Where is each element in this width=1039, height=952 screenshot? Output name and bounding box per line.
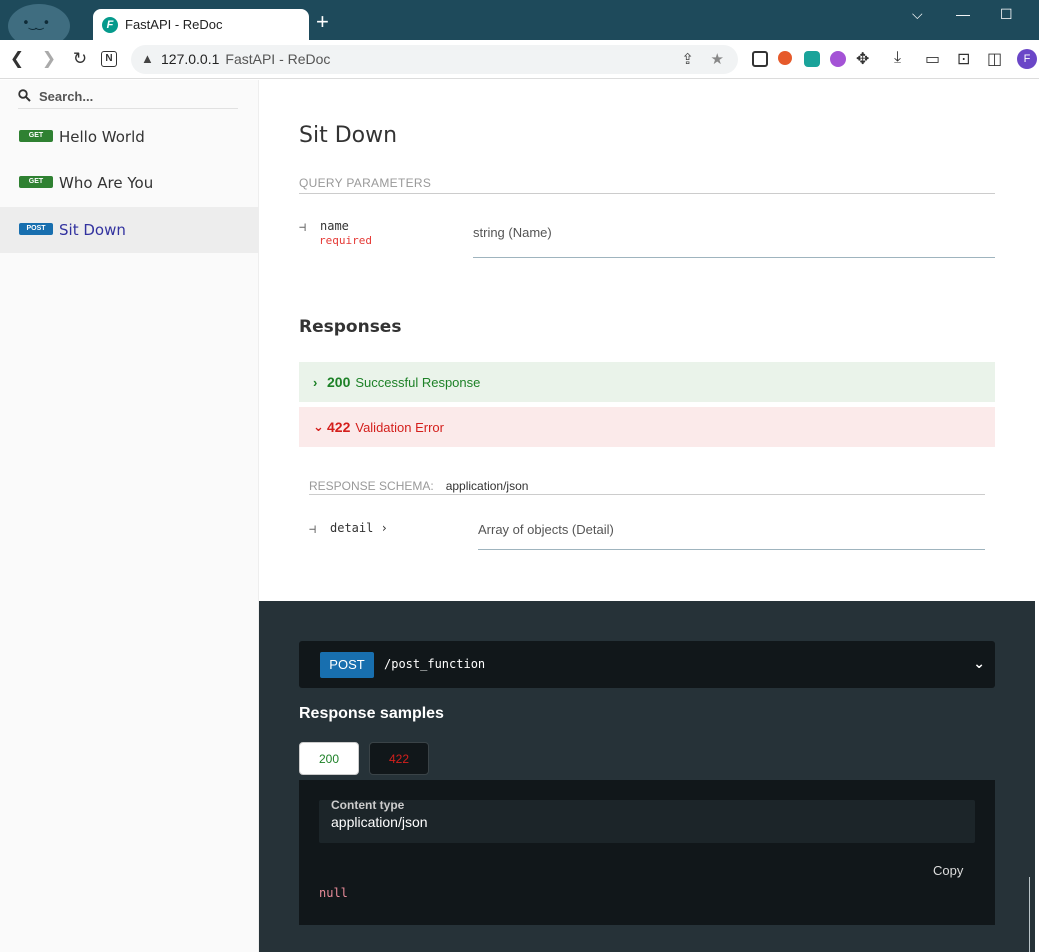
puzzle-extensions-icon[interactable]: ✥ <box>856 49 869 69</box>
endpoint-bar[interactable]: POST /post_function ⌄ <box>299 641 995 688</box>
teal-extension-icon[interactable] <box>804 51 820 67</box>
scrollbar-track[interactable] <box>1035 601 1039 952</box>
maximize-icon[interactable]: ☐ <box>1000 6 1013 23</box>
browser-tab[interactable]: F FastAPI - ReDoc <box>93 9 309 40</box>
sidebar-item-label: Hello World <box>59 128 145 146</box>
sample-box: Content type application/json Copy null <box>299 780 995 925</box>
response-samples-title: Response samples <box>299 705 444 722</box>
response-code: 200 <box>327 374 351 390</box>
response-description: Validation Error <box>355 419 444 435</box>
param-connector-icon: ⊣ <box>299 220 307 234</box>
get-method-badge: GET <box>19 130 53 142</box>
response-schema-caption: RESPONSE SCHEMA: application/json <box>309 477 985 495</box>
back-icon[interactable]: ❮ <box>6 48 28 70</box>
share-icon[interactable]: ⇪ <box>681 50 694 68</box>
sidebar-item-label: Sit Down <box>59 221 126 239</box>
new-tab-button[interactable]: + <box>316 11 329 33</box>
brain-extension-icon[interactable] <box>830 51 846 67</box>
search-icon <box>18 89 31 102</box>
n-extension-icon[interactable]: N <box>101 51 117 67</box>
sample-tab-422[interactable]: 422 <box>369 742 429 775</box>
content-type-label: Content type <box>331 798 405 812</box>
response-code: 422 <box>327 419 351 435</box>
tab-search-dropdown-icon[interactable]: ⌵ <box>912 6 923 23</box>
query-parameters-caption: QUERY PARAMETERS <box>299 176 995 194</box>
chevron-down-icon: ⌄ <box>313 419 324 434</box>
sidebar-search[interactable]: Search... <box>18 87 238 109</box>
address-url[interactable]: 127.0.0.1 FastAPI - ReDoc <box>161 51 330 67</box>
sample-body: null <box>319 886 348 900</box>
responses-title: Responses <box>299 317 402 337</box>
response-422-row[interactable]: ⌄ 422 Validation Error <box>299 407 995 447</box>
scrollbar-thumb[interactable] <box>1029 877 1034 952</box>
response-schema-content-type: application/json <box>445 479 529 493</box>
search-input[interactable]: Search... <box>39 89 93 104</box>
param-divider <box>473 257 995 258</box>
endpoint-method-badge: POST <box>320 652 374 678</box>
orange-extension-icon[interactable] <box>778 51 792 65</box>
profile-avatar[interactable]: F <box>1017 49 1037 69</box>
content-type-value: application/json <box>331 814 428 830</box>
redoc-sidebar: Search... GET Hello World GET Who Are Yo… <box>0 80 259 952</box>
param-required-label: required <box>319 234 372 247</box>
not-secure-icon[interactable]: ▲ <box>141 51 154 66</box>
minimize-icon[interactable]: — <box>956 6 970 22</box>
get-method-badge: GET <box>19 176 53 188</box>
tab-title: FastAPI - ReDoc <box>125 17 223 32</box>
field-connector-icon: ⊣ <box>309 522 317 536</box>
sidebar-item-who-are-you[interactable]: GET Who Are You <box>0 160 259 206</box>
screenshot-icon[interactable]: ⊡ <box>957 49 970 69</box>
fastapi-favicon-icon: F <box>102 16 118 33</box>
operation-title: Sit Down <box>299 123 398 148</box>
sidebar-item-sit-down[interactable]: POST Sit Down <box>0 207 259 253</box>
field-detail-toggle[interactable]: detail › <box>330 521 388 535</box>
sidebar-item-label: Who Are You <box>59 174 154 192</box>
forward-icon[interactable]: ❯ <box>38 48 60 70</box>
chevron-right-icon: › <box>380 521 388 535</box>
download-icon[interactable]: ⤓ <box>894 49 901 67</box>
samples-panel: POST /post_function ⌄ Response samples 2… <box>259 601 1035 952</box>
param-name: name <box>320 219 349 233</box>
browser-titlebar: •‿‿• F FastAPI - ReDoc + ⌵ — ☐ <box>0 0 1039 48</box>
response-description: Successful Response <box>355 374 481 390</box>
field-divider <box>478 549 985 550</box>
sidepanel-icon[interactable]: ◫ <box>987 49 1002 69</box>
content-type-select[interactable]: Content type application/json <box>319 798 975 843</box>
qr-extension-icon[interactable] <box>752 51 768 67</box>
param-type: string (Name) <box>473 225 552 240</box>
reload-icon[interactable]: ↻ <box>69 48 91 70</box>
response-200-row[interactable]: › 200 Successful Response <box>299 362 995 402</box>
endpoint-path: /post_function <box>384 657 486 671</box>
screencast-icon[interactable]: ▭ <box>925 49 940 69</box>
bookmark-star-icon[interactable]: ★ <box>711 50 724 68</box>
chevron-right-icon: › <box>313 374 318 390</box>
browser-toolbar: ❮ ❯ ↻ N ▲ 127.0.0.1 FastAPI - ReDoc ⇪ ★ ✥… <box>0 40 1039 79</box>
chevron-down-icon[interactable]: ⌄ <box>973 655 985 672</box>
sidebar-item-hello-world[interactable]: GET Hello World <box>0 114 259 160</box>
operation-content: Sit Down QUERY PARAMETERS ⊣ name require… <box>259 80 1039 601</box>
copy-button[interactable]: Copy <box>933 863 963 878</box>
field-type: Array of objects (Detail) <box>478 522 614 537</box>
post-method-badge: POST <box>19 223 53 235</box>
sample-tab-200[interactable]: 200 <box>299 742 359 775</box>
address-bar[interactable]: ▲ 127.0.0.1 FastAPI - ReDoc ⇪ ★ <box>131 45 738 74</box>
